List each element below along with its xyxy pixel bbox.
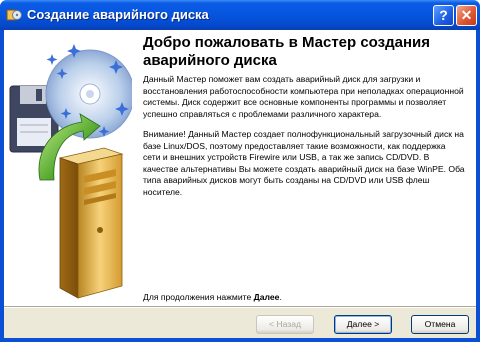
next-button[interactable]: Далее > — [334, 315, 392, 334]
app-icon — [6, 9, 22, 21]
window-border-bottom — [0, 338, 480, 342]
wizard-client: Добро пожаловать в Мастер создания авари… — [4, 30, 476, 338]
continue-hint: Для продолжения нажмите Далее. — [143, 292, 282, 302]
computer-tower — [58, 147, 124, 299]
continue-hint-suffix: . — [279, 292, 282, 302]
window-title: Создание аварийного диска — [27, 7, 209, 22]
back-button[interactable]: < Назад — [256, 315, 314, 334]
illustration-panel — [4, 30, 135, 306]
intro-paragraph: Данный Мастер поможет вам создать аварий… — [143, 74, 464, 119]
close-icon: ✕ — [460, 7, 473, 23]
button-bar: < Назад Далее > Отмена — [4, 308, 476, 338]
help-icon: ? — [439, 7, 448, 23]
title-bar: Создание аварийного диска ? ✕ — [0, 0, 480, 30]
wizard-window: Создание аварийного диска ? ✕ Добро пожа… — [0, 0, 480, 342]
close-button[interactable]: ✕ — [456, 5, 477, 26]
floppy-cd-computer-illustration — [9, 44, 135, 299]
page-title: Добро пожаловать в Мастер создания авари… — [143, 34, 430, 69]
help-button[interactable]: ? — [433, 5, 454, 26]
warning-paragraph: Внимание! Данный Мастер создает полнофун… — [143, 129, 465, 197]
cancel-button[interactable]: Отмена — [411, 315, 469, 334]
continue-hint-prefix: Для продолжения нажмите — [143, 292, 254, 302]
window-border-right — [476, 30, 480, 342]
continue-hint-bold: Далее — [253, 292, 280, 302]
